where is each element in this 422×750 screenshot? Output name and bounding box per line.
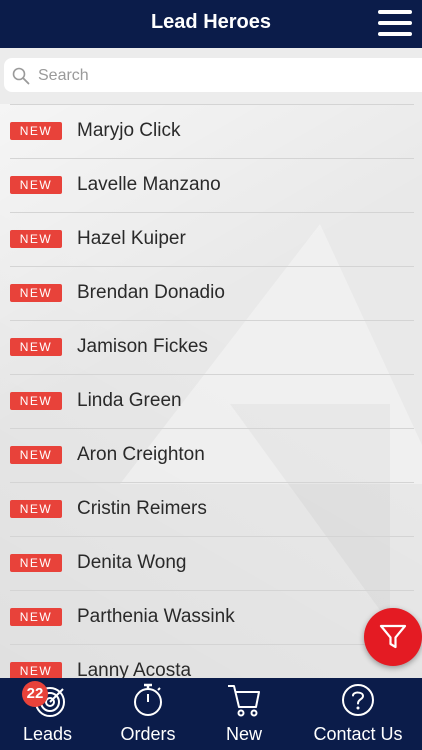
app-header: Lead Heroes bbox=[0, 0, 422, 48]
lead-row[interactable]: NEW Parthenia Wassink bbox=[10, 590, 414, 645]
lead-name: Jamison Fickes bbox=[77, 336, 208, 357]
lead-row[interactable]: NEW Maryjo Click bbox=[10, 104, 414, 159]
new-badge: NEW bbox=[10, 662, 62, 678]
search-icon bbox=[12, 67, 30, 85]
tab-contact-label: Contact Us bbox=[313, 724, 403, 744]
lead-name: Denita Wong bbox=[77, 552, 187, 573]
new-badge: NEW bbox=[10, 176, 62, 194]
lead-row[interactable]: NEW Cristin Reimers bbox=[10, 482, 414, 537]
tab-new-label: New bbox=[225, 724, 262, 744]
lead-row[interactable]: NEW Hazel Kuiper bbox=[10, 212, 414, 267]
lead-row[interactable]: NEW Linda Green bbox=[10, 374, 414, 429]
search-box bbox=[4, 58, 422, 92]
lead-name: Hazel Kuiper bbox=[77, 228, 186, 249]
new-badge: NEW bbox=[10, 122, 62, 140]
new-badge: NEW bbox=[10, 230, 62, 248]
lead-row[interactable]: NEW Brendan Donadio bbox=[10, 266, 414, 321]
cart-icon bbox=[228, 685, 260, 717]
leads-count-badge: 22 bbox=[22, 681, 48, 707]
lead-name: Cristin Reimers bbox=[77, 498, 207, 519]
search-input[interactable] bbox=[36, 62, 410, 90]
filter-button[interactable] bbox=[364, 608, 422, 666]
tab-orders[interactable]: Orders bbox=[100, 678, 196, 750]
lead-name: Maryjo Click bbox=[77, 120, 181, 141]
stopwatch-icon bbox=[134, 683, 162, 716]
lead-name: Lavelle Manzano bbox=[77, 174, 221, 195]
lead-row[interactable]: NEW Jamison Fickes bbox=[10, 320, 414, 375]
lead-list: NEW Maryjo Click NEW Lavelle Manzano NEW… bbox=[0, 104, 422, 678]
tab-orders-label: Orders bbox=[120, 724, 176, 744]
lead-row[interactable]: NEW Lavelle Manzano bbox=[10, 158, 414, 213]
lead-row[interactable]: NEW Denita Wong bbox=[10, 536, 414, 591]
new-badge: NEW bbox=[10, 446, 62, 464]
new-badge: NEW bbox=[10, 554, 62, 572]
lead-name: Lanny Acosta bbox=[77, 660, 192, 678]
tab-leads[interactable]: 22 Leads bbox=[0, 678, 95, 750]
filter-icon bbox=[379, 624, 407, 649]
tab-contact-us[interactable]: Contact Us bbox=[302, 678, 414, 750]
lead-name: Linda Green bbox=[77, 390, 182, 411]
bottom-tab-bar: 22 Leads Orders New Contact Us bbox=[0, 678, 422, 750]
new-badge: NEW bbox=[10, 392, 62, 410]
question-circle-icon bbox=[342, 684, 374, 716]
new-badge: NEW bbox=[10, 338, 62, 356]
lead-name: Brendan Donadio bbox=[77, 282, 225, 303]
lead-row[interactable]: NEW Aron Creighton bbox=[10, 428, 414, 483]
tab-leads-label: Leads bbox=[22, 724, 73, 744]
page-title: Lead Heroes bbox=[150, 11, 272, 33]
new-badge: NEW bbox=[10, 284, 62, 302]
new-badge: NEW bbox=[10, 500, 62, 518]
lead-row[interactable]: NEW Lanny Acosta bbox=[10, 644, 414, 678]
tab-new[interactable]: New bbox=[196, 678, 292, 750]
hamburger-menu-icon[interactable] bbox=[378, 10, 412, 36]
new-badge: NEW bbox=[10, 608, 62, 626]
search-bar bbox=[0, 48, 422, 104]
lead-name: Aron Creighton bbox=[77, 444, 205, 465]
lead-name: Parthenia Wassink bbox=[77, 606, 235, 627]
